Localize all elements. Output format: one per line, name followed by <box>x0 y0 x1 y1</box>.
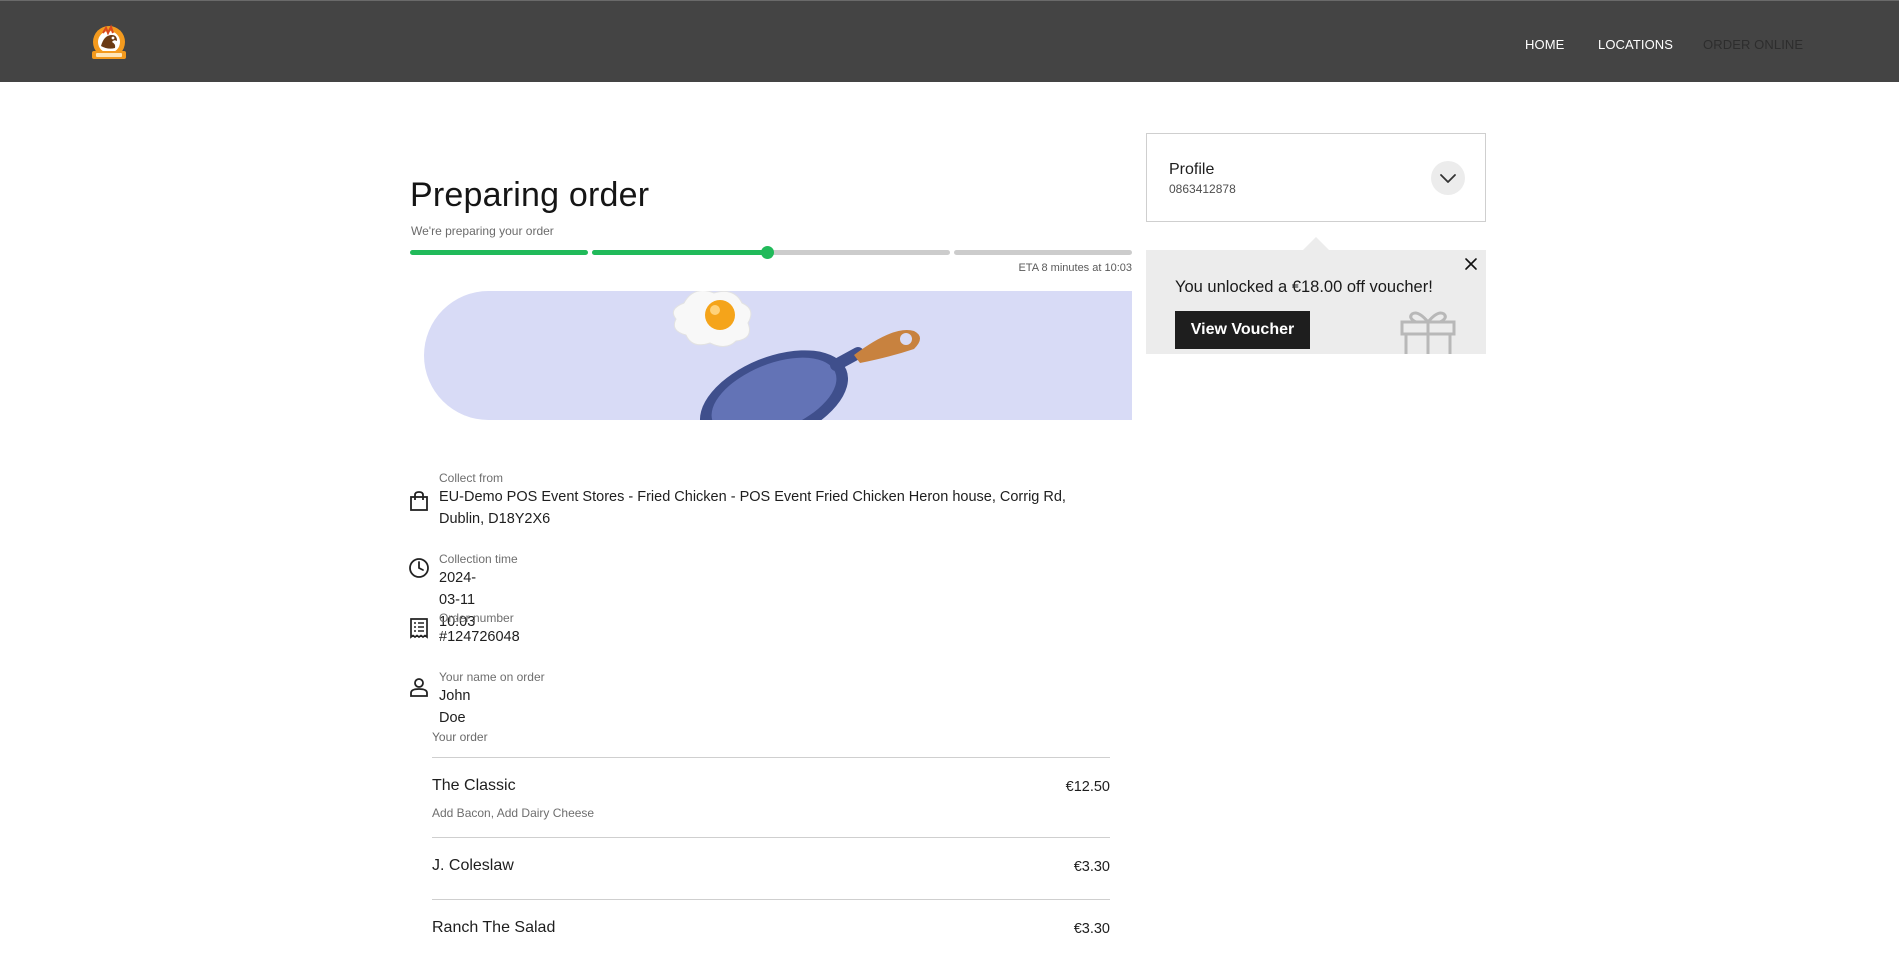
view-voucher-button[interactable]: View Voucher <box>1175 311 1310 349</box>
nav-order-online-link[interactable]: ORDER ONLINE <box>1703 37 1803 52</box>
frying-pan-egg-icon <box>672 291 920 420</box>
progress-current-marker <box>761 246 775 259</box>
order-divider <box>432 837 1110 838</box>
collect-from-label: Collect from <box>439 471 504 485</box>
progress-step-fill <box>592 250 768 255</box>
order-item-name: The Classic <box>432 777 516 794</box>
progress-step-2 <box>592 246 950 259</box>
voucher-message: You unlocked a €18.00 off voucher! <box>1175 278 1433 296</box>
top-navigation-bar: HOME LOCATIONS ORDER ONLINE <box>0 0 1899 82</box>
collect-from-address: EU-Demo POS Event Stores - Fried Chicken… <box>439 486 1139 530</box>
order-number-label: Order number <box>439 611 514 625</box>
order-divider <box>432 899 1110 900</box>
chevron-down-icon <box>1440 174 1456 183</box>
clock-icon <box>409 558 429 578</box>
your-order-heading: Your order <box>432 730 488 744</box>
person-icon <box>410 678 428 697</box>
order-item-modifiers: Add Bacon, Add Dairy Cheese <box>432 806 595 820</box>
order-progress-bar <box>410 246 1132 259</box>
progress-step-1 <box>410 250 588 255</box>
address-line-2: Dublin, D18Y2X6 <box>439 511 551 527</box>
order-item-price: €3.30 <box>1073 859 1110 875</box>
order-item-price: €12.50 <box>1065 779 1110 795</box>
order-divider <box>432 757 1110 758</box>
close-icon[interactable] <box>1462 255 1480 273</box>
voucher-popover: You unlocked a €18.00 off voucher! View … <box>1146 250 1486 354</box>
profile-expand-button[interactable] <box>1431 161 1465 195</box>
order-number-value: #124726048 <box>439 629 520 645</box>
name-on-order-label: Your name on order <box>439 670 545 684</box>
progress-step-3 <box>954 250 1132 255</box>
voucher-popover-arrow <box>1303 237 1329 250</box>
order-item-name: Ranch The Salad <box>432 919 556 936</box>
shopping-bag-icon <box>410 491 428 511</box>
preparing-illustration <box>424 291 1132 420</box>
address-line-1: EU-Demo POS Event Stores - Fried Chicken… <box>439 489 1066 505</box>
profile-phone: 0863412878 <box>1169 182 1236 196</box>
nav-home-link[interactable]: HOME <box>1525 37 1564 52</box>
receipt-icon <box>410 618 428 639</box>
order-status-title: Preparing order <box>410 176 650 214</box>
profile-title: Profile <box>1169 161 1215 178</box>
collection-time-label: Collection time <box>439 552 518 566</box>
chicken-logo-icon[interactable] <box>86 23 132 65</box>
order-status-subtitle: We're preparing your order <box>411 224 554 238</box>
eta-text: ETA 8 minutes at 10:03 <box>1018 262 1132 274</box>
profile-card[interactable]: Profile 0863412878 <box>1146 133 1486 222</box>
nav-locations-link[interactable]: LOCATIONS <box>1598 37 1673 52</box>
order-item-price: €3.30 <box>1073 921 1110 937</box>
gift-icon <box>1400 311 1456 354</box>
order-item-name: J. Coleslaw <box>432 857 514 874</box>
name-on-order-value: John Doe <box>439 688 471 726</box>
